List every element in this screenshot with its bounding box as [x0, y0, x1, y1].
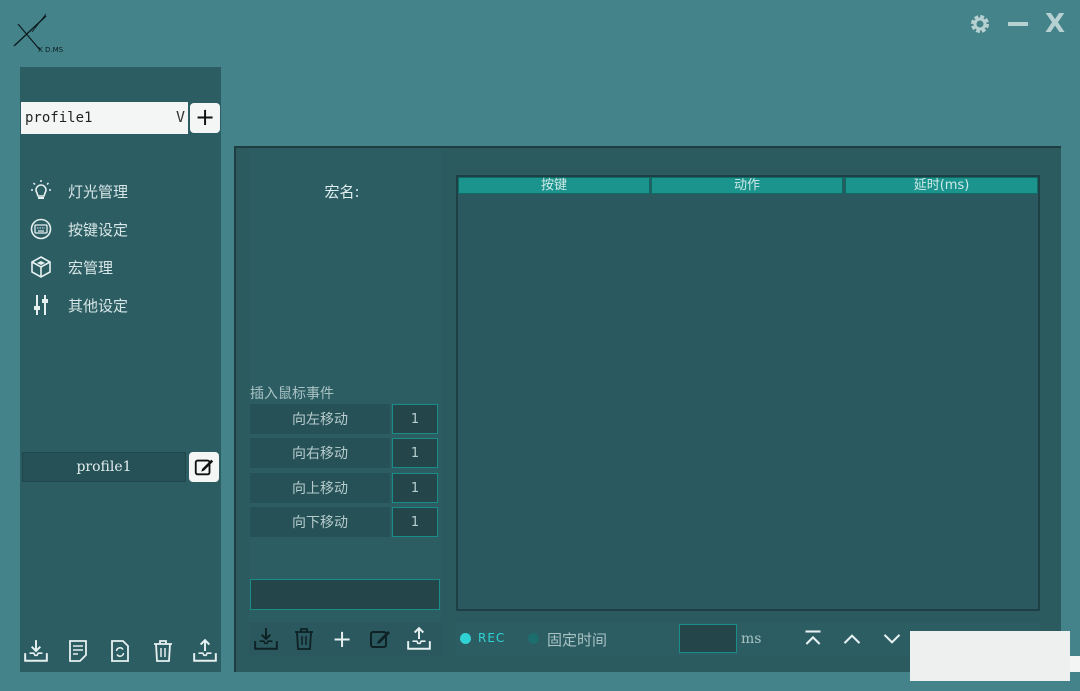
rec-label: REC [478, 631, 506, 645]
ms-unit-label: ms [741, 631, 762, 647]
sidebar-item-label: 灯光管理 [68, 182, 129, 201]
corner-arrow-icon [1070, 656, 1080, 672]
insert-mouse-event-label: 插入鼠标事件 [250, 386, 334, 402]
export-button[interactable] [191, 636, 219, 666]
export-icon [193, 638, 217, 662]
column-header-action: 动作 [651, 177, 843, 194]
sidebar-item-label: 按键设定 [68, 220, 129, 239]
macro-name-label: 宏名: [324, 183, 360, 201]
move-left-value[interactable]: 1 [392, 404, 438, 434]
sidebar-item-label: 其他设定 [68, 296, 129, 315]
move-down-value[interactable]: 1 [392, 507, 438, 537]
lightbulb-icon [28, 178, 54, 204]
column-header-key: 按键 [458, 177, 650, 194]
macro-name-input[interactable] [250, 579, 440, 610]
chevron-down-icon [883, 634, 901, 644]
move-right-value[interactable]: 1 [392, 438, 438, 468]
chevron-down-icon: V [175, 108, 185, 126]
sidebar-item-lighting[interactable]: 灯光管理 [28, 176, 218, 206]
close-button[interactable]: X [1040, 9, 1070, 39]
delay-ms-input[interactable] [679, 624, 737, 653]
trash-icon [154, 640, 172, 662]
svg-text:X D.MS: X D.MS [38, 46, 64, 54]
refresh-file-button[interactable] [106, 636, 134, 666]
export-icon [407, 626, 431, 650]
refresh-file-icon [111, 640, 129, 662]
profile-name-field[interactable]: profile1 [22, 452, 186, 482]
move-up-value[interactable]: 1 [392, 473, 438, 503]
move-down-button[interactable]: 向下移动 [250, 507, 390, 537]
sidebar-item-macro[interactable]: 宏管理 [28, 252, 218, 282]
minimize-icon [1008, 22, 1028, 26]
move-up-row-button[interactable] [838, 626, 866, 652]
edit-macro-button[interactable] [365, 624, 395, 654]
sidebar-item-key-settings[interactable]: 按键设定 [28, 214, 218, 244]
profile-select-value: profile1 [25, 110, 93, 126]
sidebar [20, 67, 221, 672]
rec-radio[interactable] [460, 633, 471, 644]
add-profile-button[interactable]: + [190, 103, 220, 133]
import-button[interactable] [22, 636, 50, 666]
cube-icon [28, 254, 54, 280]
move-top-icon [805, 630, 821, 645]
delete-macro-button[interactable] [289, 624, 319, 654]
sidebar-item-other-settings[interactable]: 其他设定 [28, 290, 218, 320]
minimize-button[interactable] [1003, 10, 1033, 38]
edit-icon [370, 631, 390, 648]
move-right-button[interactable]: 向右移动 [250, 438, 390, 468]
plus-icon: + [331, 625, 353, 653]
import-macro-button[interactable] [251, 624, 281, 654]
fixed-time-label: 固定时间 [547, 631, 608, 649]
delete-profile-button[interactable] [149, 636, 177, 666]
move-to-top-button[interactable] [799, 626, 827, 652]
macro-events-table[interactable] [456, 175, 1040, 611]
edit-profile-button[interactable] [189, 452, 219, 482]
blurred-overlay [910, 631, 1070, 681]
gear-icon [971, 15, 989, 33]
profile-select[interactable]: profile1 V [21, 102, 188, 134]
trash-icon [295, 628, 313, 650]
export-macro-button[interactable] [404, 624, 434, 654]
app-logo: X D.MS [10, 10, 70, 58]
import-icon [24, 640, 48, 662]
notes-icon [69, 640, 87, 662]
move-up-button[interactable]: 向上移动 [250, 473, 390, 503]
import-icon [254, 628, 278, 650]
sidebar-item-label: 宏管理 [68, 258, 114, 277]
fixed-time-radio[interactable] [528, 633, 539, 644]
keyboard-icon [28, 216, 54, 242]
column-header-delay: 延时(ms) [845, 177, 1038, 194]
notes-button[interactable] [64, 636, 92, 666]
move-left-button[interactable]: 向左移动 [250, 404, 390, 434]
sliders-icon [28, 292, 54, 318]
add-macro-button[interactable]: + [327, 624, 357, 654]
chevron-up-icon [843, 634, 861, 644]
settings-button[interactable] [965, 10, 995, 38]
edit-icon [194, 459, 214, 476]
move-down-row-button[interactable] [878, 626, 906, 652]
